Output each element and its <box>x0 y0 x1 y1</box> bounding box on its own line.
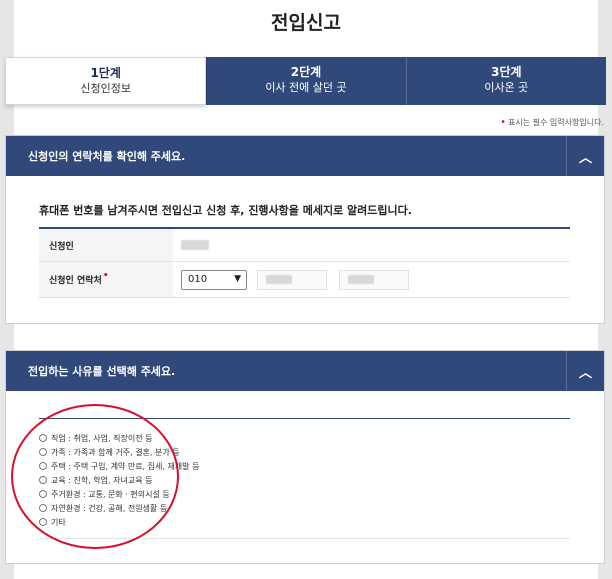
radio-icon[interactable] <box>39 518 47 526</box>
page-title: 전입신고 <box>271 12 341 34</box>
applicant-label: 신청인 <box>39 229 173 261</box>
reason-option-family[interactable]: 가족 : 가족과 함께 거주, 결혼, 분가 등 <box>39 445 199 459</box>
phone-prefix-select[interactable]: 010 ▼ <box>181 269 247 290</box>
radio-icon[interactable] <box>39 448 47 456</box>
reason-label: 주거환경 : 교통, 문화 · 편의시설 등 <box>51 489 170 499</box>
step-1-number: 1단계 <box>90 66 121 80</box>
contact-table: 신청인 신청인 연락처 • 010 ▼ <box>39 227 570 298</box>
required-note: • 표시는 필수 입력사항입니다. <box>500 117 604 128</box>
divider <box>39 538 570 539</box>
reason-panel: 전입하는 사유를 선택해 주세요. ︿ 직업 : 취업, 사업, 직장이전 등 … <box>5 350 605 564</box>
required-dot-icon: • <box>102 270 109 281</box>
step-2-label: 이사 전에 살던 곳 <box>265 81 347 94</box>
reason-panel-header: 전입하는 사유를 선택해 주세요. ︿ <box>6 351 604 391</box>
required-note-text: 표시는 필수 입력사항입니다. <box>508 118 604 127</box>
phone-value: 010 ▼ <box>173 262 570 297</box>
radio-icon[interactable] <box>39 476 47 484</box>
reason-label: 직업 : 취업, 사업, 직장이전 등 <box>51 433 153 443</box>
divider <box>39 418 570 419</box>
chevron-up-icon: ︿ <box>578 365 592 381</box>
chevron-down-icon: ▼ <box>234 273 241 284</box>
applicant-name-redacted <box>181 240 209 250</box>
table-row: 신청인 <box>39 229 570 262</box>
phone-middle-input[interactable] <box>257 269 327 290</box>
reason-panel-title: 전입하는 사유를 선택해 주세요. <box>28 365 176 378</box>
phone-last-input[interactable] <box>339 269 409 290</box>
reason-collapse-button[interactable]: ︿ <box>566 351 604 391</box>
radio-icon[interactable] <box>39 462 47 470</box>
phone-middle-redacted <box>266 275 292 284</box>
step-3[interactable]: 3단계 이사온 곳 <box>407 57 606 105</box>
reason-options: 직업 : 취업, 사업, 직장이전 등 가족 : 가족과 함께 거주, 결혼, … <box>39 431 199 529</box>
step-1[interactable]: 1단계 신청인정보 <box>5 57 207 105</box>
step-2[interactable]: 2단계 이사 전에 살던 곳 <box>206 57 407 105</box>
reason-label: 자연환경 : 건강, 공해, 전원생활 등 <box>51 503 168 513</box>
reason-label: 주택 : 주택 구입, 계약 만료, 집세, 재개발 등 <box>51 461 200 471</box>
radio-icon[interactable] <box>39 490 47 498</box>
reason-option-education[interactable]: 교육 : 진학, 학업, 자녀교육 등 <box>39 473 199 487</box>
table-row: 신청인 연락처 • 010 ▼ <box>39 262 570 298</box>
reason-option-job[interactable]: 직업 : 취업, 사업, 직장이전 등 <box>39 431 199 445</box>
contact-panel: 신청인의 연락처를 확인해 주세요. ︿ 휴대폰 번호를 남겨주시면 전입신고 … <box>5 135 605 324</box>
contact-panel-header: 신청인의 연락처를 확인해 주세요. ︿ <box>6 136 604 176</box>
phone-label: 신청인 연락처 <box>49 276 102 286</box>
step-2-number: 2단계 <box>290 65 322 79</box>
radio-icon[interactable] <box>39 434 47 442</box>
phone-last-redacted <box>348 275 374 284</box>
step-navigation: 1단계 신청인정보 2단계 이사 전에 살던 곳 3단계 이사온 곳 <box>5 57 606 105</box>
reason-option-natural-environment[interactable]: 자연환경 : 건강, 공해, 전원생활 등 <box>39 501 199 515</box>
contact-intro: 휴대폰 번호를 남겨주시면 전입신고 신청 후, 진행사항을 메세지로 알려드립… <box>39 204 412 217</box>
step-3-label: 이사온 곳 <box>484 81 529 94</box>
applicant-value <box>173 229 570 261</box>
phone-label-cell: 신청인 연락처 • <box>39 262 173 297</box>
phone-prefix-value: 010 <box>188 274 208 285</box>
contact-panel-title: 신청인의 연락처를 확인해 주세요. <box>28 150 186 163</box>
reason-label: 기타 <box>51 517 66 527</box>
reason-option-housing[interactable]: 주택 : 주택 구입, 계약 만료, 집세, 재개발 등 <box>39 459 199 473</box>
reason-label: 가족 : 가족과 함께 거주, 결혼, 분가 등 <box>51 447 180 457</box>
chevron-up-icon: ︿ <box>578 150 592 166</box>
radio-icon[interactable] <box>39 504 47 512</box>
contact-collapse-button[interactable]: ︿ <box>566 136 604 176</box>
reason-label: 교육 : 진학, 학업, 자녀교육 등 <box>51 475 153 485</box>
reason-option-living-environment[interactable]: 주거환경 : 교통, 문화 · 편의시설 등 <box>39 487 199 501</box>
step-1-label: 신청인정보 <box>80 82 131 95</box>
reason-option-other[interactable]: 기타 <box>39 515 199 529</box>
step-3-number: 3단계 <box>491 65 522 79</box>
required-dot-icon: • <box>500 117 507 128</box>
